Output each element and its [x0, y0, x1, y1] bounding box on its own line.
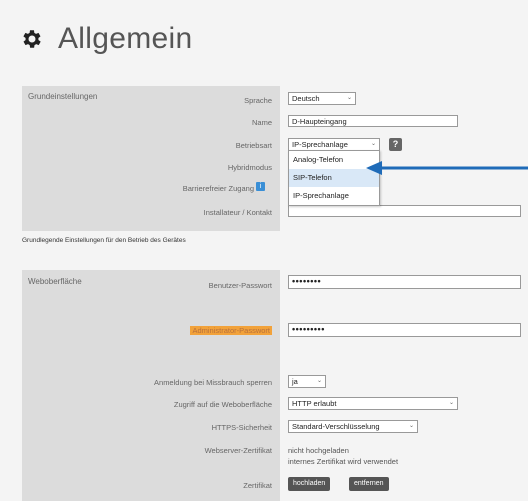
section-note: Grundlegende Einstellungen für den Betri… [22, 237, 186, 244]
label-benutzer-passwort: Benutzer-Passwort [208, 281, 272, 290]
label-zertifikat: Zertifikat [243, 481, 272, 490]
https-select[interactable]: Standard-Verschlüsselung ⌄ [288, 420, 418, 433]
zertifikat-status-line2: internes Zertifikat wird verwendet [288, 457, 399, 466]
label-zertifikat-status: Webserver-Zertifikat [204, 446, 272, 455]
gear-icon [23, 30, 41, 48]
chevron-down-icon: ⌄ [408, 423, 414, 429]
label-hybridmodus: Hybridmodus [227, 163, 272, 172]
zugriff-select[interactable]: HTTP erlaubt ⌄ [288, 397, 458, 410]
label-anmeldung-sperren: Anmeldung bei Missbrauch sperren [154, 378, 272, 387]
label-betriebsart: Betriebsart [235, 141, 272, 150]
chevron-down-icon: ⌄ [448, 400, 454, 406]
label-https: HTTPS-Sicherheit [211, 423, 272, 432]
chevron-down-icon: ⌄ [346, 95, 352, 101]
chevron-down-icon: ⌄ [370, 141, 376, 147]
page-header: Allgemein [20, 22, 192, 56]
chevron-down-icon: ⌄ [316, 378, 322, 384]
remove-button[interactable]: entfernen [349, 477, 389, 491]
help-button[interactable]: ? [389, 138, 402, 151]
anmeldung-sperren-select[interactable]: ja ⌄ [288, 375, 326, 388]
label-admin-passwort: Administrator-Passwort [190, 326, 272, 335]
settings-page: Allgemein Grundeinstellungen Sprache Deu… [0, 0, 528, 501]
admin-passwort-input[interactable]: ••••••••• [288, 323, 521, 337]
label-sprache: Sprache [244, 96, 272, 105]
dropdown-option[interactable]: IP-Sprechanlage [289, 187, 379, 205]
upload-button[interactable]: hochladen [288, 477, 331, 491]
label-zugriff: Zugriff auf die Weboberfläche [173, 400, 272, 409]
label-name: Name [251, 118, 272, 127]
page-title: Allgemein [58, 22, 193, 55]
section-title-weboberflaeche: Weboberfläche [28, 277, 82, 286]
section-title-grundeinstellungen: Grundeinstellungen [28, 92, 98, 101]
benutzer-passwort-input[interactable]: •••••••• [288, 275, 521, 289]
betriebsart-dropdown: Analog-Telefon SIP-Telefon IP-Sprechanla… [288, 150, 380, 206]
name-input[interactable]: D-Haupteingang [288, 115, 458, 127]
zertifikat-status-line1: nicht hochgeladen [288, 446, 349, 455]
label-installateur: Installateur / Kontakt [203, 208, 272, 217]
installateur-input[interactable] [288, 205, 521, 217]
info-icon[interactable]: i [256, 182, 265, 191]
label-barrierefrei: Barrierefreier Zugang [182, 184, 254, 193]
annotation-arrow [366, 161, 528, 175]
sprache-select[interactable]: Deutsch ⌄ [288, 92, 356, 105]
